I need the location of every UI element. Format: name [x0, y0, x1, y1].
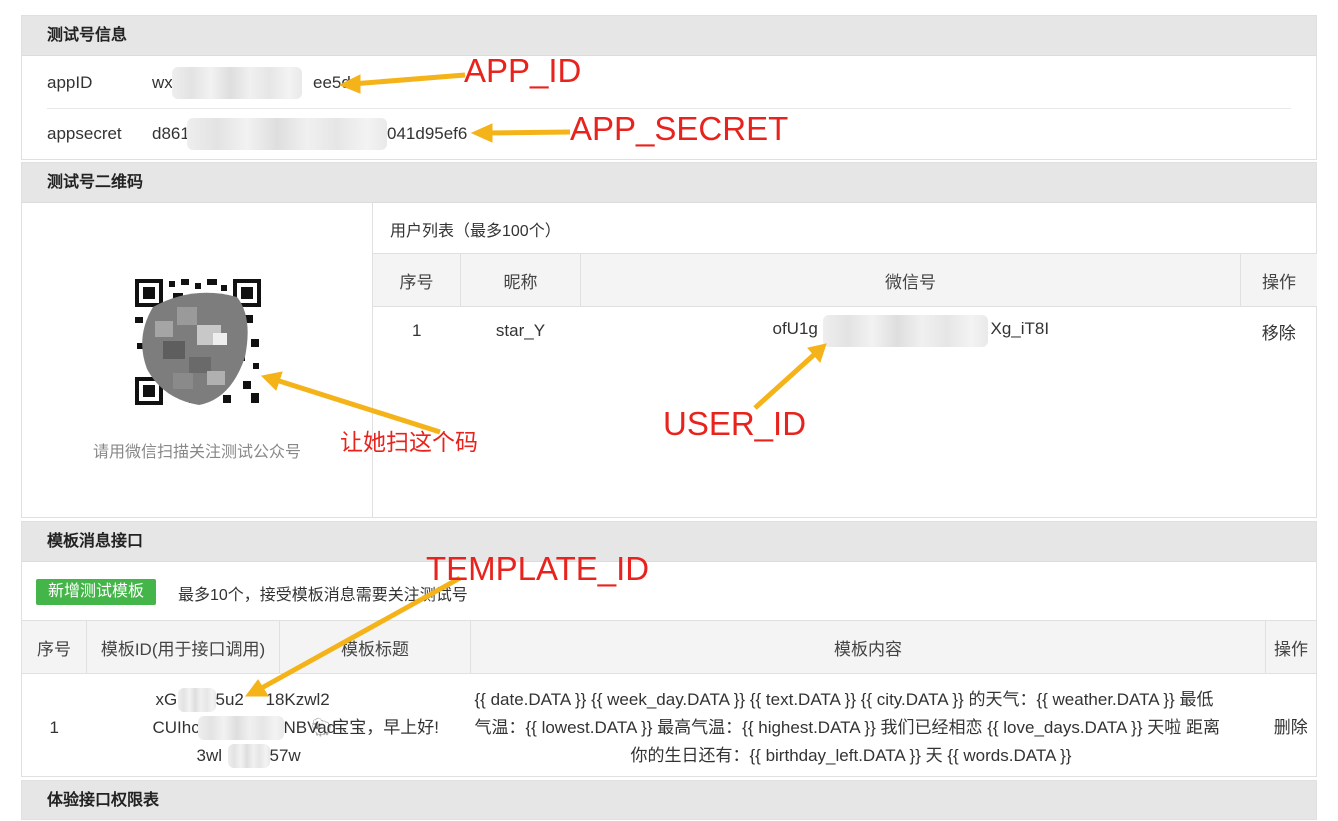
template-index: 1 — [49, 718, 59, 737]
col-action: 操作 — [1240, 253, 1317, 307]
add-template-button[interactable]: 新增测试模板 — [36, 579, 157, 605]
template-message-panel: 模板消息接口 新增测试模板 最多10个，接受模板消息需要关注测试号 序号 模板I… — [21, 521, 1317, 777]
annotation-user-id: USER_ID — [663, 405, 807, 442]
template-id-part: NBVad — [283, 718, 337, 737]
col-template-title: 模板标题 — [279, 620, 471, 674]
user-list: 用户列表（最多100个） 序号 昵称 微信号 操作 1 star_Y ofU1g… — [373, 203, 1317, 517]
qr-code-image — [133, 277, 263, 407]
template-id-part: 3wl — [196, 746, 223, 765]
remove-user-link[interactable]: 移除 — [1241, 307, 1318, 356]
appid-row: appID wx ee5d4 — [47, 58, 1291, 108]
col-wechat-id: 微信号 — [580, 253, 1241, 307]
annotation-template-id: TEMPLATE_ID — [426, 550, 650, 587]
table-header-row: 序号 昵称 微信号 操作 — [373, 253, 1317, 307]
appsecret-value-prefix: d861 — [152, 124, 190, 143]
user-list-title: 用户列表（最多100个） — [390, 223, 561, 240]
template-id-part: 5u2 — [215, 690, 244, 709]
annotation-scan-code: 让她扫这个码 — [340, 429, 478, 455]
panel-title: 模板消息接口 — [22, 522, 1316, 562]
panel-title: 测试号二维码 — [22, 163, 1316, 203]
col-template-id: 模板ID(用于接口调用) — [86, 620, 280, 674]
col-action: 操作 — [1265, 620, 1316, 674]
delete-template-link[interactable]: 删除 — [1266, 674, 1317, 783]
col-index: 序号 — [373, 253, 461, 307]
user-index: 1 — [412, 321, 422, 340]
appid-value-prefix: wx — [152, 73, 173, 92]
redacted-blur — [822, 315, 988, 347]
user-wechat-id: ofU1g Xg_iT8I — [581, 307, 1241, 356]
wechat-id-suffix: Xg_iT8I — [990, 319, 1050, 338]
wechat-id-prefix: ofU1g — [772, 319, 818, 338]
col-nickname: 昵称 — [460, 253, 581, 307]
appid-label: appID — [47, 73, 93, 92]
user-table: 序号 昵称 微信号 操作 1 star_Y ofU1g Xg_iT8I 移除 — [373, 253, 1317, 355]
redacted-blur — [227, 744, 270, 768]
experience-permissions-panel: 体验接口权限表 — [21, 780, 1317, 820]
template-id-part: 57w — [269, 746, 301, 765]
annotation-app-secret: APP_SECRET — [570, 110, 789, 147]
appsecret-value-suffix: 041d95ef6 — [387, 124, 468, 143]
template-tip: 最多10个，接受模板消息需要关注测试号 — [178, 587, 468, 604]
redacted-blur — [172, 67, 302, 99]
redacted-blur — [177, 688, 216, 712]
template-table: 序号 模板ID(用于接口调用) 模板标题 模板内容 操作 1 xG 5u2 18… — [22, 620, 1316, 782]
table-header-row: 序号 模板ID(用于接口调用) 模板标题 模板内容 操作 — [22, 620, 1316, 674]
template-content: {{ date.DATA }} {{ week_day.DATA }} {{ t… — [471, 674, 1266, 783]
qr-area: 请用微信扫描关注测试公众号 — [22, 203, 373, 517]
col-index: 序号 — [22, 620, 87, 674]
template-id-part: 18Kzwl2 — [265, 690, 330, 709]
appid-value-suffix: ee5d4 — [313, 73, 361, 92]
col-template-content: 模板内容 — [470, 620, 1266, 674]
template-id-part: xG — [155, 690, 178, 709]
template-content-line: 你的生日还有：{{ birthday_left.DATA }} 天 {{ wor… — [630, 746, 1072, 765]
table-row: 1 star_Y ofU1g Xg_iT8I 移除 — [373, 307, 1317, 356]
qr-caption: 请用微信扫描关注测试公众号 — [92, 444, 301, 461]
template-content-line: 气温：{{ lowest.DATA }} 最高气温：{{ highest.DAT… — [474, 718, 1220, 737]
qr-code-panel: 测试号二维码 请用微信扫描关注测试公众号 用户列表（最多100个） 序号 昵称 … — [21, 162, 1317, 518]
template-id-part: CUIhc — [152, 718, 200, 737]
panel-title: 测试号信息 — [22, 16, 1316, 56]
appsecret-label: appsecret — [47, 124, 122, 143]
table-row: 1 xG 5u2 18Kzwl2 CUIhc NBVad 3wl 57w 🐑宝宝… — [22, 674, 1316, 783]
redacted-blur — [197, 716, 284, 740]
annotation-app-id: APP_ID — [464, 52, 582, 89]
user-nickname: star_Y — [495, 321, 546, 340]
template-content-line: {{ date.DATA }} {{ week_day.DATA }} {{ t… — [474, 690, 1214, 709]
template-id: xG 5u2 18Kzwl2 CUIhc NBVad 3wl 57w — [87, 674, 336, 783]
redacted-blur — [187, 118, 387, 150]
panel-title: 体验接口权限表 — [47, 792, 160, 809]
